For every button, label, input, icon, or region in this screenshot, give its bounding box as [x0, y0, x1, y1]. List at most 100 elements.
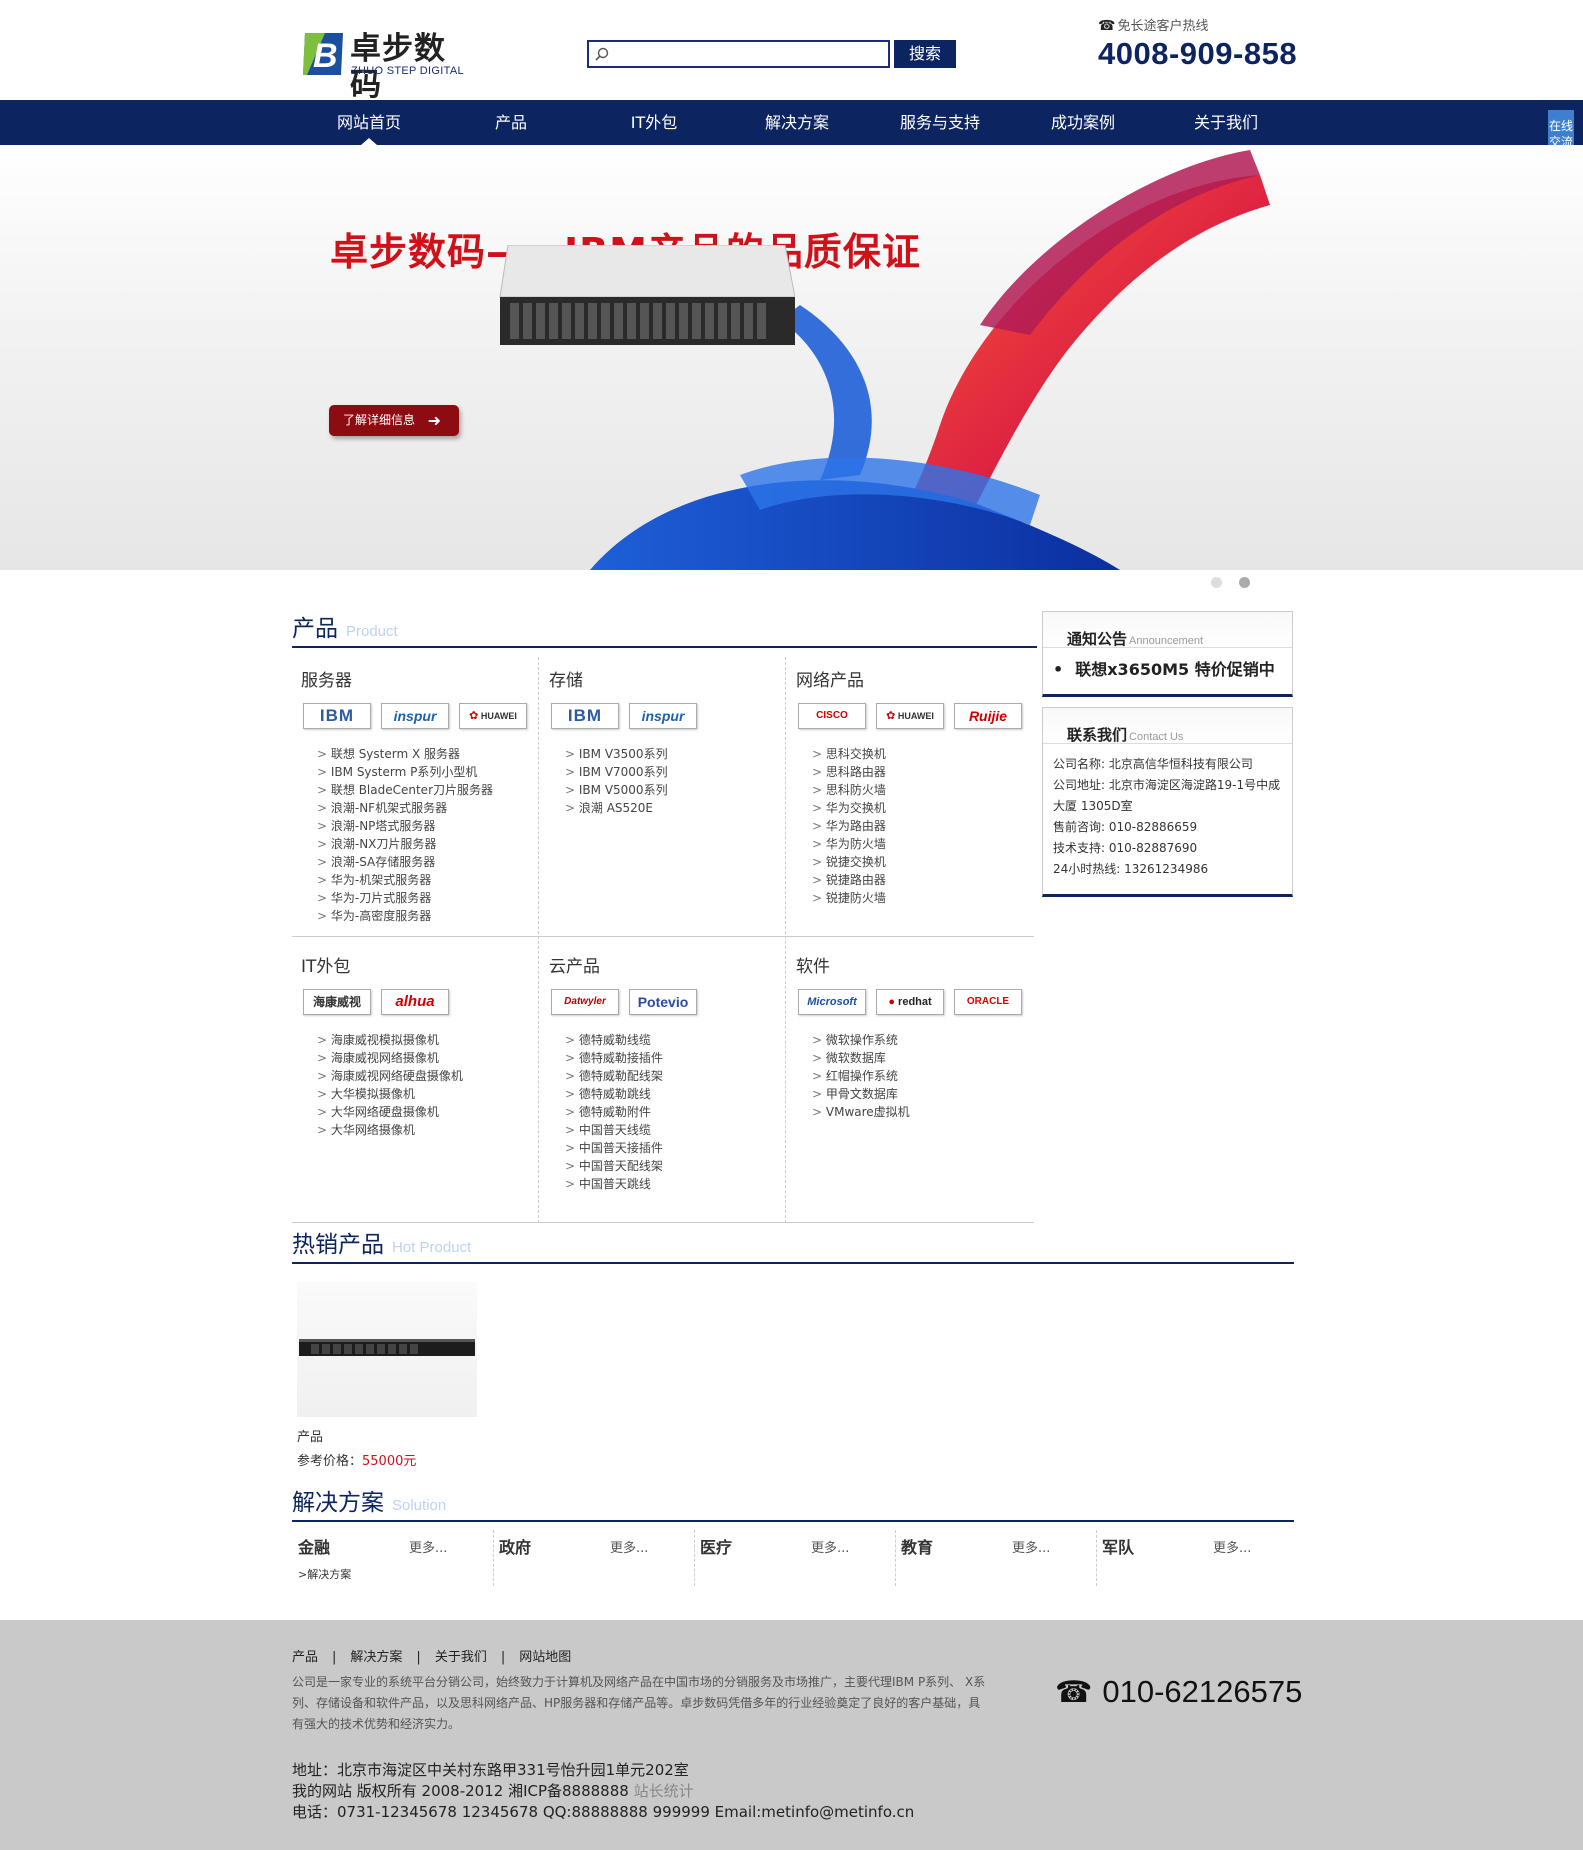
brand-potevio[interactable]: Potevio	[629, 989, 697, 1015]
hotline-number: 4008-909-858	[1098, 36, 1298, 71]
list-item[interactable]: 德特威勒附件	[565, 1103, 796, 1121]
list-item[interactable]: 德特威勒跳线	[565, 1085, 796, 1103]
server-image	[299, 1339, 475, 1356]
nav-item-cases[interactable]: 成功案例	[1023, 100, 1143, 145]
brand-huawei[interactable]: ✿ HUAWEI	[876, 703, 944, 729]
brand-ibm[interactable]: IBM	[303, 703, 371, 729]
more-link[interactable]: 更多...	[811, 1537, 849, 1556]
brand-ibm[interactable]: IBM	[551, 703, 619, 729]
nav-item-solutions[interactable]: 解决方案	[737, 100, 857, 145]
brand-microsoft[interactable]: Microsoft	[798, 989, 866, 1015]
brand-datwyler[interactable]: Datwyler	[551, 989, 619, 1015]
list-item[interactable]: 浪潮-NP塔式服务器	[317, 817, 548, 835]
list-item[interactable]: 大华模拟摄像机	[317, 1085, 548, 1103]
category-title[interactable]: 存储	[549, 669, 796, 693]
nav-item-about[interactable]: 关于我们	[1166, 100, 1286, 145]
slide-dot-1[interactable]	[1211, 577, 1222, 588]
slide-dot-2[interactable]	[1239, 577, 1250, 588]
list-item[interactable]: IBM V7000系列	[565, 763, 796, 781]
brand-cisco[interactable]: CISCO	[798, 703, 866, 729]
list-item[interactable]: 海康威视网络硬盘摄像机	[317, 1067, 548, 1085]
solution-title[interactable]: 政府	[499, 1534, 531, 1558]
list-item[interactable]: 华为-机架式服务器	[317, 871, 548, 889]
hero-banner[interactable]: 卓步数码——IBM产品的品质保证 了解详细信息➜	[0, 145, 1583, 570]
notice-item[interactable]: 联想x3650M5 特价促销中	[1043, 648, 1292, 688]
brand-ruijie[interactable]: Ruijie	[954, 703, 1022, 729]
list-item[interactable]: 华为路由器	[812, 817, 1043, 835]
hot-product-name[interactable]: 产品	[297, 1426, 323, 1445]
search-input[interactable]	[587, 40, 890, 68]
solution-title[interactable]: 医疗	[700, 1534, 732, 1558]
brand-oracle[interactable]: ORACLE	[954, 989, 1022, 1015]
list-item[interactable]: 中国普天配线架	[565, 1157, 796, 1175]
list-item[interactable]: 微软数据库	[812, 1049, 1043, 1067]
solution-title[interactable]: 金融	[298, 1534, 330, 1558]
nav-item-it-outsourcing[interactable]: IT外包	[594, 100, 714, 145]
list-item[interactable]: 思科路由器	[812, 763, 1043, 781]
category-title[interactable]: 云产品	[549, 955, 796, 979]
brand-inspur[interactable]: inspur	[381, 703, 449, 729]
list-item[interactable]: 华为交换机	[812, 799, 1043, 817]
footer-link-solutions[interactable]: 解决方案	[350, 1650, 402, 1665]
footer-link-sitemap[interactable]: 网站地图	[519, 1650, 571, 1665]
footer-info: 地址：北京市海淀区中关村东路甲331号怡升园1单元202室 我的网站 版权所有 …	[292, 1760, 914, 1823]
solution-title[interactable]: 教育	[901, 1534, 933, 1558]
list-item[interactable]: 华为防火墙	[812, 835, 1043, 853]
list-item[interactable]: 德特威勒线缆	[565, 1031, 796, 1049]
category-title[interactable]: 软件	[796, 955, 1043, 979]
brand-inspur[interactable]: inspur	[629, 703, 697, 729]
list-item[interactable]: 浪潮-NX刀片服务器	[317, 835, 548, 853]
list-item[interactable]: 甲骨文数据库	[812, 1085, 1043, 1103]
list-item[interactable]: 大华网络摄像机	[317, 1121, 548, 1139]
list-item[interactable]: 红帽操作系统	[812, 1067, 1043, 1085]
list-item[interactable]: 华为-高密度服务器	[317, 907, 548, 925]
list-item[interactable]: 浪潮-NF机架式服务器	[317, 799, 548, 817]
list-item[interactable]: 海康威视模拟摄像机	[317, 1031, 548, 1049]
search-button[interactable]: 搜索	[894, 40, 956, 68]
category-title[interactable]: IT外包	[301, 955, 548, 979]
list-item[interactable]: 华为-刀片式服务器	[317, 889, 548, 907]
nav-item-service-support[interactable]: 服务与支持	[880, 100, 1000, 145]
footer-link-products[interactable]: 产品	[292, 1650, 318, 1665]
list-item[interactable]: IBM Systerm P系列小型机	[317, 763, 548, 781]
list-item[interactable]: VMware虚拟机	[812, 1103, 1043, 1121]
list-item[interactable]: 思科防火墙	[812, 781, 1043, 799]
list-item[interactable]: 微软操作系统	[812, 1031, 1043, 1049]
brand-huawei[interactable]: ✿ HUAWEI	[459, 703, 527, 729]
solution-link[interactable]: >解决方案	[298, 1566, 351, 1582]
more-link[interactable]: 更多...	[409, 1537, 447, 1556]
list-item[interactable]: 中国普天接插件	[565, 1139, 796, 1157]
list-item[interactable]: 锐捷交换机	[812, 853, 1043, 871]
brand-hikvision[interactable]: 海康威视	[303, 989, 371, 1015]
list-item[interactable]: 德特威勒配线架	[565, 1067, 796, 1085]
more-link[interactable]: 更多...	[610, 1537, 648, 1556]
footer-link-about[interactable]: 关于我们	[435, 1650, 487, 1665]
list-item[interactable]: 大华网络硬盘摄像机	[317, 1103, 548, 1121]
brand-dahua[interactable]: alhua	[381, 989, 449, 1015]
more-link[interactable]: 更多...	[1012, 1537, 1050, 1556]
list-item[interactable]: 联想 Systerm X 服务器	[317, 745, 548, 763]
learn-more-button[interactable]: 了解详细信息 ➜	[329, 405, 459, 436]
hot-product-image[interactable]	[297, 1282, 477, 1417]
list-item[interactable]: 中国普天跳线	[565, 1175, 796, 1193]
nav-item-home[interactable]: 网站首页	[309, 100, 429, 145]
list-item[interactable]: 海康威视网络摄像机	[317, 1049, 548, 1067]
list-item[interactable]: 浪潮 AS520E	[565, 799, 796, 817]
list-item[interactable]: 锐捷防火墙	[812, 889, 1043, 907]
list-item[interactable]: 浪潮-SA存储服务器	[317, 853, 548, 871]
list-item[interactable]: 中国普天线缆	[565, 1121, 796, 1139]
list-item[interactable]: 思科交换机	[812, 745, 1043, 763]
list-item[interactable]: IBM V3500系列	[565, 745, 796, 763]
category-title[interactable]: 服务器	[301, 669, 548, 693]
brand-redhat[interactable]: ● redhat	[876, 989, 944, 1015]
solution-title[interactable]: 军队	[1102, 1534, 1134, 1558]
list-item[interactable]: 锐捷路由器	[812, 871, 1043, 889]
logo[interactable]: B 卓步数码 ZHUO STEP DIGITAL	[301, 31, 473, 103]
category-title[interactable]: 网络产品	[796, 669, 1043, 693]
list-item[interactable]: 德特威勒接插件	[565, 1049, 796, 1067]
list-item[interactable]: IBM V5000系列	[565, 781, 796, 799]
stats-link[interactable]: 站长统计	[634, 1782, 694, 1800]
list-item[interactable]: 联想 BladeCenter刀片服务器	[317, 781, 548, 799]
nav-item-products[interactable]: 产品	[451, 100, 571, 145]
more-link[interactable]: 更多...	[1213, 1537, 1251, 1556]
